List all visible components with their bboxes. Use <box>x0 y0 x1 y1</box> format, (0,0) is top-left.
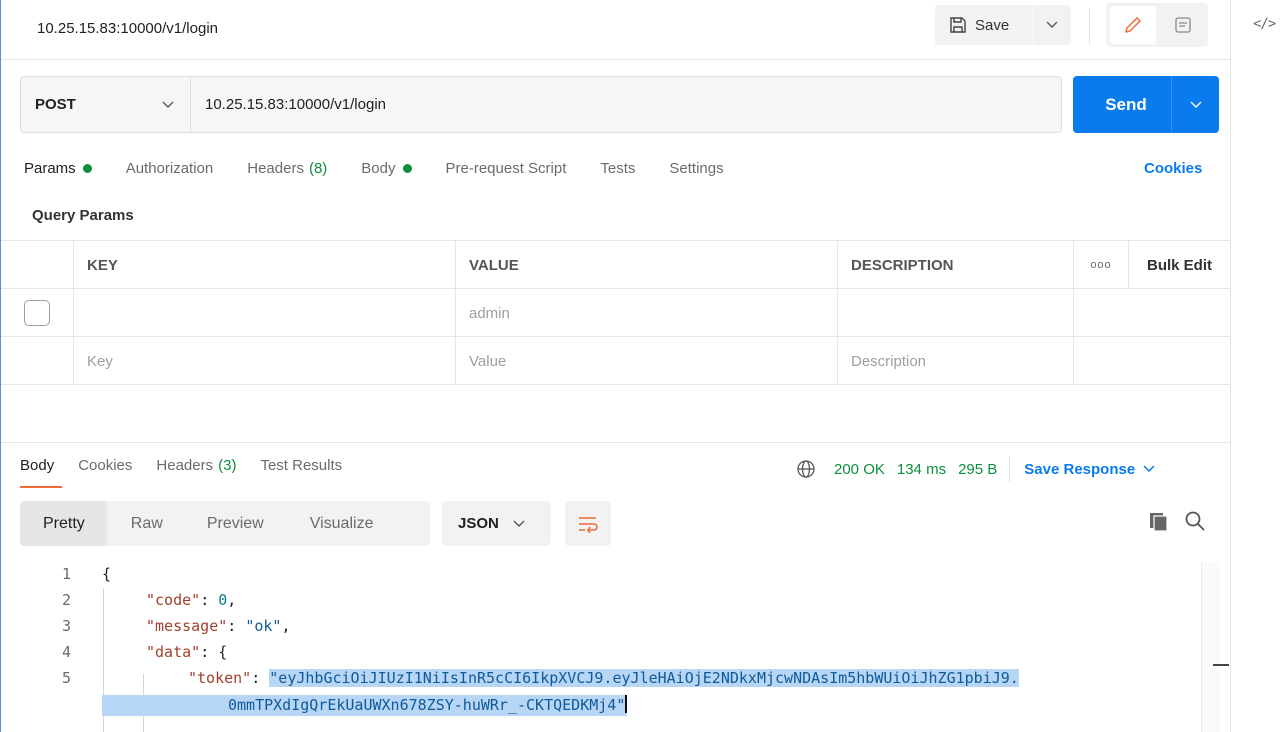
query-params-title: Query Params <box>32 207 134 224</box>
row-checkbox[interactable] <box>24 300 50 326</box>
view-pretty[interactable]: Pretty <box>20 501 107 546</box>
new-key-input[interactable]: Key <box>73 337 455 385</box>
send-button-group: Send <box>1073 76 1219 133</box>
cookies-link[interactable]: Cookies <box>1144 160 1202 177</box>
code-line: { <box>102 565 112 583</box>
wrap-lines-button[interactable] <box>565 501 611 546</box>
param-value-cell[interactable]: admin <box>455 289 837 337</box>
response-size[interactable]: 295 B <box>958 461 997 478</box>
tab-body[interactable]: Body <box>361 160 412 177</box>
selected-token: "eyJhbGciOiJIUzI1NiIsInR5cCI6IkpXVCJ9.ey… <box>269 669 1019 687</box>
search-icon[interactable] <box>1184 510 1206 536</box>
scroll-position-marker <box>1213 664 1229 666</box>
bulk-edit-button[interactable]: Bulk Edit <box>1128 241 1230 289</box>
tab-tests[interactable]: Tests <box>600 160 635 177</box>
more-options-icon[interactable]: ooo <box>1073 241 1128 289</box>
save-button[interactable]: Save <box>935 5 1033 45</box>
column-description: DESCRIPTION <box>837 241 1073 289</box>
chevron-down-icon <box>162 101 174 108</box>
response-tabs: Body Cookies Headers (3) Test Results <box>20 457 366 474</box>
active-dot <box>402 164 412 173</box>
response-tab-headers[interactable]: Headers (3) <box>156 457 236 474</box>
line-number: 2 <box>61 591 71 609</box>
chevron-down-icon <box>1046 21 1058 28</box>
response-meta: 200 OK 134 ms 295 B Save Response <box>796 456 1155 482</box>
send-button[interactable]: Send <box>1073 76 1171 133</box>
table-row: admin <box>1 289 1230 337</box>
url-input[interactable] <box>191 77 1061 132</box>
globe-icon[interactable] <box>796 459 816 479</box>
active-tab-indicator <box>20 486 62 488</box>
new-description-input[interactable]: Description <box>837 337 1073 385</box>
code-line: "token": "eyJhbGciOiJIUzI1NiIsInR5cCI6Ik… <box>188 669 1019 687</box>
tab-pre-request-script[interactable]: Pre-request Script <box>446 160 567 177</box>
code-line: "message": "ok", <box>146 617 291 635</box>
status-badge[interactable]: 200 OK <box>834 461 885 478</box>
response-tab-body[interactable]: Body <box>20 457 54 474</box>
param-key-cell[interactable] <box>73 289 455 337</box>
save-response-button[interactable]: Save Response <box>1024 461 1155 478</box>
request-title[interactable]: 10.25.15.83:10000/v1/login <box>37 20 218 37</box>
format-select[interactable]: JSON <box>442 501 551 546</box>
send-options-button[interactable] <box>1172 76 1219 133</box>
new-value-input[interactable]: Value <box>455 337 837 385</box>
text-cursor <box>625 695 628 713</box>
response-time[interactable]: 134 ms <box>897 461 946 478</box>
copy-icon[interactable] <box>1148 511 1170 537</box>
response-tab-cookies[interactable]: Cookies <box>78 457 132 474</box>
view-preview[interactable]: Preview <box>183 501 288 546</box>
line-number: 4 <box>61 643 71 661</box>
request-header: 10.25.15.83:10000/v1/login Save <box>1 0 1230 60</box>
view-mode-toggle <box>1106 3 1208 47</box>
response-body-code[interactable]: 1 2 3 4 5 { "code": 0, "message": "ok", … <box>1 562 1201 732</box>
code-line: "data": { <box>146 643 228 661</box>
chevron-down-icon <box>513 520 525 527</box>
active-dot <box>82 164 92 173</box>
save-button-label: Save <box>975 16 1010 34</box>
param-description-cell[interactable] <box>837 289 1073 337</box>
tab-headers[interactable]: Headers (8) <box>247 160 327 177</box>
pencil-icon <box>1125 17 1141 33</box>
code-line-wrapped: 0mmTPXdIgQrEkUaUWXn678ZSY-huWRr_-CKTQEDK… <box>102 695 628 716</box>
wrap-icon <box>579 516 598 533</box>
method-label: POST <box>35 96 76 113</box>
document-icon <box>1175 17 1191 33</box>
column-key: KEY <box>73 241 455 289</box>
code-line: "code": 0, <box>146 591 237 609</box>
code-scrollbar[interactable] <box>1201 562 1220 732</box>
tab-settings[interactable]: Settings <box>669 160 723 177</box>
tab-params[interactable]: Params <box>24 160 92 177</box>
save-button-group: Save <box>935 5 1071 45</box>
view-visualize[interactable]: Visualize <box>288 501 374 546</box>
edit-mode-button[interactable] <box>1110 6 1156 44</box>
save-icon <box>950 17 966 33</box>
line-number: 1 <box>61 565 71 583</box>
save-options-button[interactable] <box>1034 5 1070 45</box>
code-snippet-icon[interactable]: </> <box>1253 16 1276 32</box>
documentation-mode-button[interactable] <box>1162 6 1204 44</box>
table-header-row: KEY VALUE DESCRIPTION ooo Bulk Edit <box>1 241 1230 289</box>
chevron-down-icon <box>1190 101 1201 108</box>
chevron-down-icon <box>1143 465 1155 473</box>
request-tabs: Params Authorization Headers (8) Body Pre… <box>24 160 758 177</box>
method-select[interactable]: POST <box>21 77 191 132</box>
line-number: 5 <box>61 669 71 687</box>
tab-authorization[interactable]: Authorization <box>126 160 214 177</box>
view-raw[interactable]: Raw <box>107 501 183 546</box>
request-bar: POST <box>20 76 1062 133</box>
column-value: VALUE <box>455 241 837 289</box>
line-number: 3 <box>61 617 71 635</box>
query-params-table: KEY VALUE DESCRIPTION ooo Bulk Edit admi… <box>1 240 1230 385</box>
response-tab-test-results[interactable]: Test Results <box>260 457 342 474</box>
table-row-new: Key Value Description <box>1 337 1230 385</box>
right-sidebar: </> <box>1230 0 1280 732</box>
response-view-tabs: Pretty Raw Preview Visualize <box>20 501 430 546</box>
